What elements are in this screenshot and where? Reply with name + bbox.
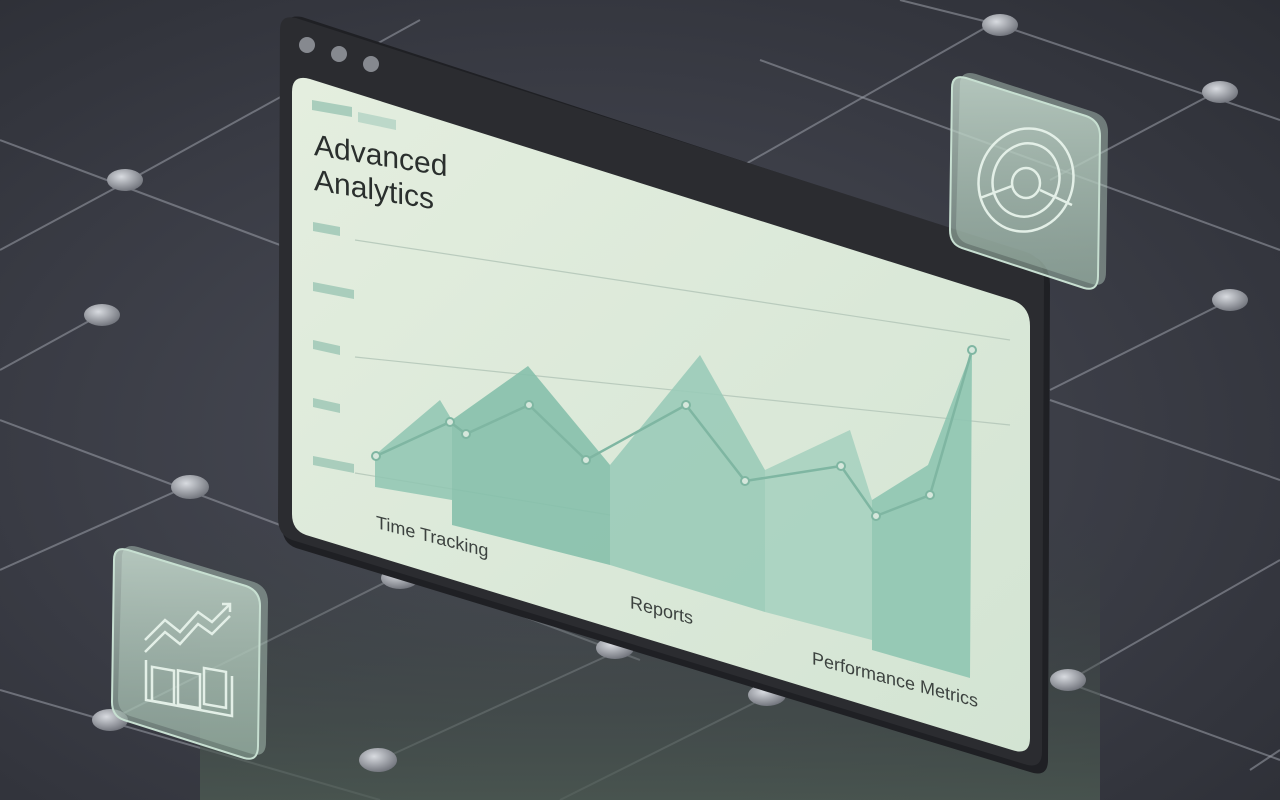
chart-point [581, 455, 591, 465]
chart-point [445, 417, 455, 427]
chart-point [836, 461, 846, 471]
chart-point [925, 490, 935, 500]
chart-point [871, 511, 881, 521]
isometric-scene: Advanced Analytics Time Tracking Reports… [0, 0, 1280, 800]
grid-node [1202, 81, 1238, 103]
chart-point [371, 451, 381, 461]
window-control-dot[interactable] [299, 37, 315, 53]
grid-node [84, 304, 120, 326]
chart-point [681, 400, 691, 410]
grid-node [359, 748, 397, 772]
window-control-dot[interactable] [363, 56, 379, 72]
grid-node [171, 475, 209, 499]
chart-point [524, 400, 534, 410]
chart-point [740, 476, 750, 486]
grid-node [1212, 289, 1248, 311]
grid-node [1050, 669, 1086, 691]
window-control-dot[interactable] [331, 46, 347, 62]
chart-point [461, 429, 471, 439]
grid-node [107, 169, 143, 191]
chart-point [967, 345, 977, 355]
grid-node [982, 14, 1018, 36]
